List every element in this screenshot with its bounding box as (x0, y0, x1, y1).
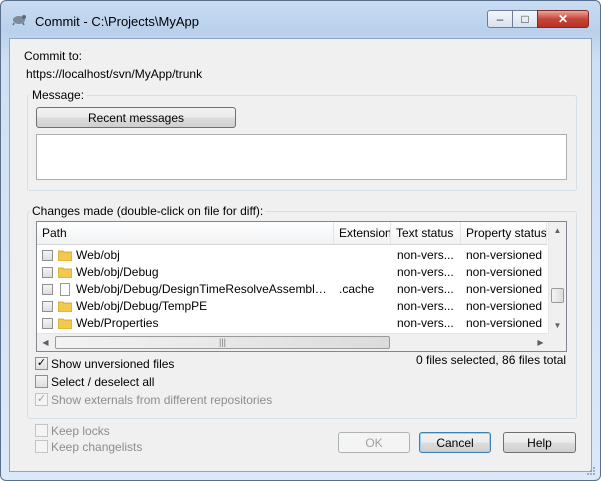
row-path: Web/obj/Debug/TempPE (76, 299, 208, 313)
column-header-text-status[interactable]: Text status (391, 222, 461, 244)
row-extension (339, 315, 391, 332)
changes-list-header: Path Extension Text status Property stat… (37, 222, 547, 245)
row-property-status: non-versioned (466, 265, 543, 279)
row-property-status: non-versioned (466, 282, 543, 296)
changes-group-label: Changes made (double-click on file for d… (30, 204, 266, 218)
row-checkbox[interactable] (42, 318, 53, 329)
keep-changelists-checkbox (35, 440, 48, 453)
folder-icon (58, 250, 72, 261)
row-checkbox[interactable] (42, 301, 53, 312)
row-property-status: non-versioned (466, 299, 543, 313)
row-extension (339, 264, 391, 281)
ok-button[interactable]: OK (338, 432, 410, 453)
row-property-status: non-versioned (466, 316, 543, 330)
row-path: Web/obj/Debug (76, 265, 159, 279)
column-header-extension[interactable]: Extension (334, 222, 391, 244)
table-row[interactable]: Web/obj/Debug/DesignTimeResolveAssemblyR… (37, 281, 547, 298)
window-title: Commit - C:\Projects\MyApp (35, 14, 199, 29)
message-group-label: Message: (30, 88, 87, 102)
show-unversioned-checkbox[interactable]: ✓ (35, 357, 48, 370)
commit-dialog-window: Commit - C:\Projects\MyApp – □ ✕ Commit … (0, 0, 601, 481)
row-text-status: non-vers... (397, 282, 454, 296)
folder-icon (58, 267, 72, 278)
scroll-down-icon[interactable]: ▼ (549, 317, 566, 334)
selection-summary: 0 files selected, 86 files total (416, 353, 567, 367)
scroll-right-icon[interactable]: ▶ (532, 334, 549, 351)
table-row[interactable]: Web/obj non-vers... non-versioned (37, 247, 547, 264)
changes-list[interactable]: Path Extension Text status Property stat… (36, 221, 567, 352)
file-icon (60, 283, 70, 296)
scrollbar-corner (549, 334, 566, 351)
select-all-label[interactable]: Select / deselect all (51, 375, 154, 389)
keep-locks-label: Keep locks (51, 424, 110, 438)
row-checkbox[interactable] (42, 250, 53, 261)
title-bar[interactable]: Commit - C:\Projects\MyApp – □ ✕ (1, 1, 600, 37)
column-header-property-status[interactable]: Property status (461, 222, 547, 244)
row-text-status: non-vers... (397, 299, 454, 313)
row-extension (339, 247, 391, 264)
dialog-client-area: Commit to: https://localhost/svn/MyApp/t… (9, 38, 592, 472)
keep-locks-checkbox (35, 424, 48, 437)
scroll-left-icon[interactable]: ◀ (37, 334, 54, 351)
row-path: Web/obj (76, 248, 120, 262)
folder-icon (58, 318, 72, 329)
scroll-up-icon[interactable]: ▲ (549, 222, 566, 239)
column-header-path[interactable]: Path (37, 222, 334, 244)
show-externals-checkbox: ✓ (35, 393, 48, 406)
table-row[interactable]: Web/Properties non-vers... non-versioned (37, 315, 547, 332)
row-text-status: non-vers... (397, 265, 454, 279)
horizontal-scrollbar[interactable]: ◀ ||| ▶ (37, 333, 549, 351)
show-unversioned-label[interactable]: Show unversioned files (51, 357, 174, 371)
select-all-checkbox[interactable] (35, 375, 48, 388)
tortoise-svn-icon (12, 15, 26, 26)
row-text-status: non-vers... (397, 316, 454, 330)
table-row[interactable]: Web/obj/Debug/TempPE non-vers... non-ver… (37, 298, 547, 315)
row-checkbox[interactable] (42, 267, 53, 278)
commit-message-input[interactable] (36, 134, 567, 180)
commit-to-label: Commit to: (24, 49, 83, 63)
row-extension (339, 298, 391, 315)
row-checkbox[interactable] (42, 284, 53, 295)
minimize-button[interactable]: – (487, 10, 513, 28)
row-path: Web/obj/Debug/DesignTimeResolveAssemblyR… (76, 282, 331, 296)
show-externals-label: Show externals from different repositori… (51, 393, 273, 407)
table-row[interactable]: Web/obj/Debug non-vers... non-versioned (37, 264, 547, 281)
commit-to-url: https://localhost/svn/MyApp/trunk (26, 67, 203, 81)
folder-icon (58, 301, 72, 312)
keep-changelists-label: Keep changelists (51, 440, 143, 454)
resize-grip-icon[interactable] (586, 466, 596, 476)
maximize-button[interactable]: □ (512, 10, 538, 28)
vertical-scroll-thumb[interactable] (551, 288, 564, 303)
cancel-button[interactable]: Cancel (419, 432, 491, 453)
row-property-status: non-versioned (466, 248, 543, 262)
recent-messages-button[interactable]: Recent messages (36, 107, 236, 128)
row-text-status: non-vers... (397, 248, 454, 262)
help-button[interactable]: Help (503, 432, 576, 453)
close-button[interactable]: ✕ (537, 10, 589, 28)
row-extension: .cache (339, 282, 375, 296)
row-path: Web/Properties (76, 316, 159, 330)
horizontal-scroll-thumb[interactable]: ||| (55, 336, 390, 349)
vertical-scrollbar[interactable]: ▲ ▼ (548, 222, 566, 334)
